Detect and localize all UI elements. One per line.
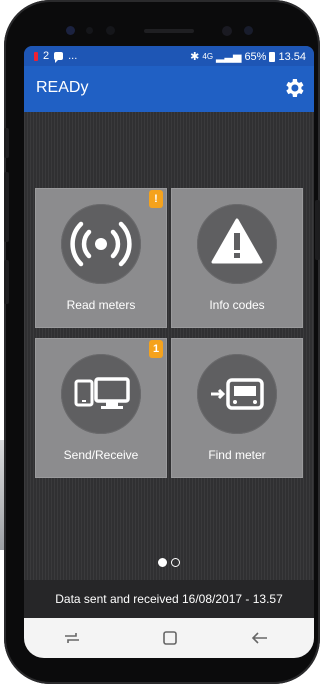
- bixby-button: [4, 260, 9, 304]
- find-meter-icon: [211, 378, 264, 410]
- warning-icon: [211, 218, 263, 264]
- battery-percent: 65%: [244, 50, 267, 63]
- front-camera-icon: [222, 26, 232, 36]
- earpiece-speaker: [144, 29, 194, 33]
- back-icon[interactable]: [250, 628, 270, 648]
- sensor-icon: [86, 27, 93, 34]
- find-meter-tile[interactable]: Find meter: [171, 338, 303, 478]
- read-meters-tile[interactable]: ! Read meters: [35, 188, 167, 328]
- screen: 2 ... ✱ 4G ▂▃▅ 65% 13.54 READy ! Read me…: [24, 46, 314, 658]
- info-codes-tile[interactable]: Info codes: [171, 188, 303, 328]
- bluetooth-icon: ✱: [190, 51, 200, 63]
- sync-status-bar: Data sent and received 16/08/2017 - 13.5…: [24, 580, 314, 618]
- power-button: [315, 200, 320, 260]
- volume-button: [4, 172, 9, 242]
- sync-status-text: Data sent and received 16/08/2017 - 13.5…: [55, 592, 283, 606]
- android-nav-bar: [24, 618, 314, 658]
- iris-scanner-icon: [244, 26, 253, 35]
- tile-icon-circle: [197, 354, 277, 434]
- tile-label: Send/Receive: [63, 448, 139, 462]
- gear-icon[interactable]: [282, 76, 306, 100]
- phone-frame: 2 ... ✱ 4G ▂▃▅ 65% 13.54 READy ! Read me…: [4, 0, 320, 684]
- tile-label: Read meters: [66, 298, 136, 312]
- status-bar: 2 ... ✱ 4G ▂▃▅ 65% 13.54: [24, 46, 314, 66]
- count-badge: 1: [149, 340, 163, 358]
- volume-button-top: [4, 128, 9, 158]
- tile-label: Info codes: [209, 298, 265, 312]
- clock: 13.54: [278, 50, 306, 63]
- send-receive-tile[interactable]: 1 Send/Receive: [35, 338, 167, 478]
- main-content: ! Read meters Info codes 1 Send/Receive …: [24, 112, 314, 580]
- more-notifications: ...: [68, 50, 78, 62]
- recent-apps-icon[interactable]: [62, 628, 82, 648]
- message-icon: [54, 52, 64, 63]
- page-dot-active[interactable]: [158, 558, 167, 567]
- home-icon[interactable]: [160, 628, 180, 648]
- battery-icon: [269, 51, 276, 62]
- sensor-icon: [106, 26, 115, 35]
- devices-icon: [74, 377, 130, 409]
- notification-count: 2: [43, 50, 50, 62]
- sensor-icon: [66, 26, 75, 35]
- signal-icon: ▂▃▅: [216, 51, 242, 63]
- tile-icon-circle: [61, 354, 141, 434]
- page-indicator: [24, 558, 314, 567]
- tile-label: Find meter: [208, 448, 266, 462]
- network-type: 4G: [202, 52, 214, 61]
- tile-icon-circle: [197, 204, 277, 284]
- app-bar: READy: [24, 66, 314, 112]
- app-title: READy: [36, 79, 89, 96]
- page-dot[interactable]: [171, 558, 180, 567]
- broadcast-icon: [70, 221, 132, 267]
- alert-badge: !: [149, 190, 163, 208]
- notification-icon: [34, 51, 38, 61]
- tile-icon-circle: [61, 204, 141, 284]
